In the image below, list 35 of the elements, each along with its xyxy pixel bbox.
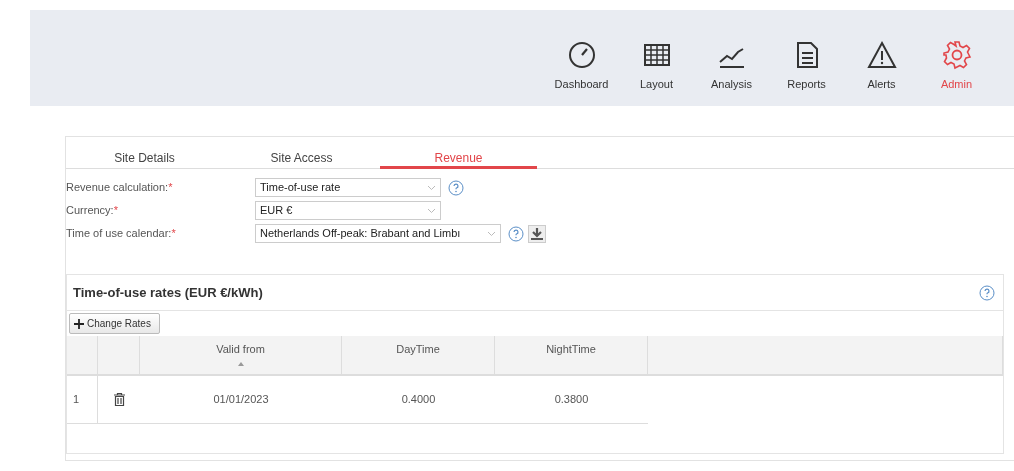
table-cell: 01/01/2023 bbox=[140, 376, 342, 424]
field-label: Currency:* bbox=[66, 203, 119, 219]
gauge-icon bbox=[566, 39, 597, 70]
table-cell: 0.4000 bbox=[342, 376, 495, 424]
warning-icon bbox=[866, 39, 897, 70]
select-field[interactable]: Netherlands Off-peak: Brabant and Limbı bbox=[255, 224, 501, 243]
select-field[interactable]: Time-of-use rate bbox=[255, 178, 441, 197]
caret-icon bbox=[427, 184, 436, 191]
gear-icon bbox=[941, 39, 972, 70]
help-icon[interactable] bbox=[979, 284, 995, 301]
field-label: Time of use calendar:* bbox=[66, 226, 177, 242]
nav-item[interactable]: Dashboard bbox=[544, 39, 619, 92]
download-icon[interactable] bbox=[528, 224, 546, 243]
column-header[interactable]: Valid from bbox=[140, 336, 342, 376]
trash-icon[interactable] bbox=[113, 393, 125, 406]
row-number: 1 bbox=[67, 376, 98, 424]
nav-item[interactable]: Reports bbox=[769, 39, 844, 92]
tab[interactable]: Revenue bbox=[380, 137, 537, 169]
caret-icon bbox=[487, 230, 496, 237]
tab[interactable]: Site Details bbox=[66, 137, 223, 169]
field-label: Revenue calculation:* bbox=[66, 180, 174, 196]
nav-item[interactable]: Analysis bbox=[694, 39, 769, 92]
nav-item[interactable]: Alerts bbox=[844, 39, 919, 92]
select-field[interactable]: EUR € bbox=[255, 201, 441, 220]
table-cell: 0.3800 bbox=[495, 376, 648, 424]
help-icon[interactable] bbox=[448, 179, 464, 196]
sort-icon bbox=[237, 361, 244, 366]
tab[interactable]: Site Access bbox=[223, 137, 380, 169]
caret-icon bbox=[427, 207, 436, 214]
change-rates-button[interactable]: Change Rates bbox=[69, 313, 160, 334]
column-header[interactable]: DayTime bbox=[342, 336, 495, 376]
plus-icon bbox=[74, 318, 84, 329]
column-header[interactable]: NightTime bbox=[495, 336, 648, 376]
section-title: Time-of-use rates (EUR €/kWh) bbox=[73, 283, 263, 302]
nav-item[interactable]: Layout bbox=[619, 39, 694, 92]
